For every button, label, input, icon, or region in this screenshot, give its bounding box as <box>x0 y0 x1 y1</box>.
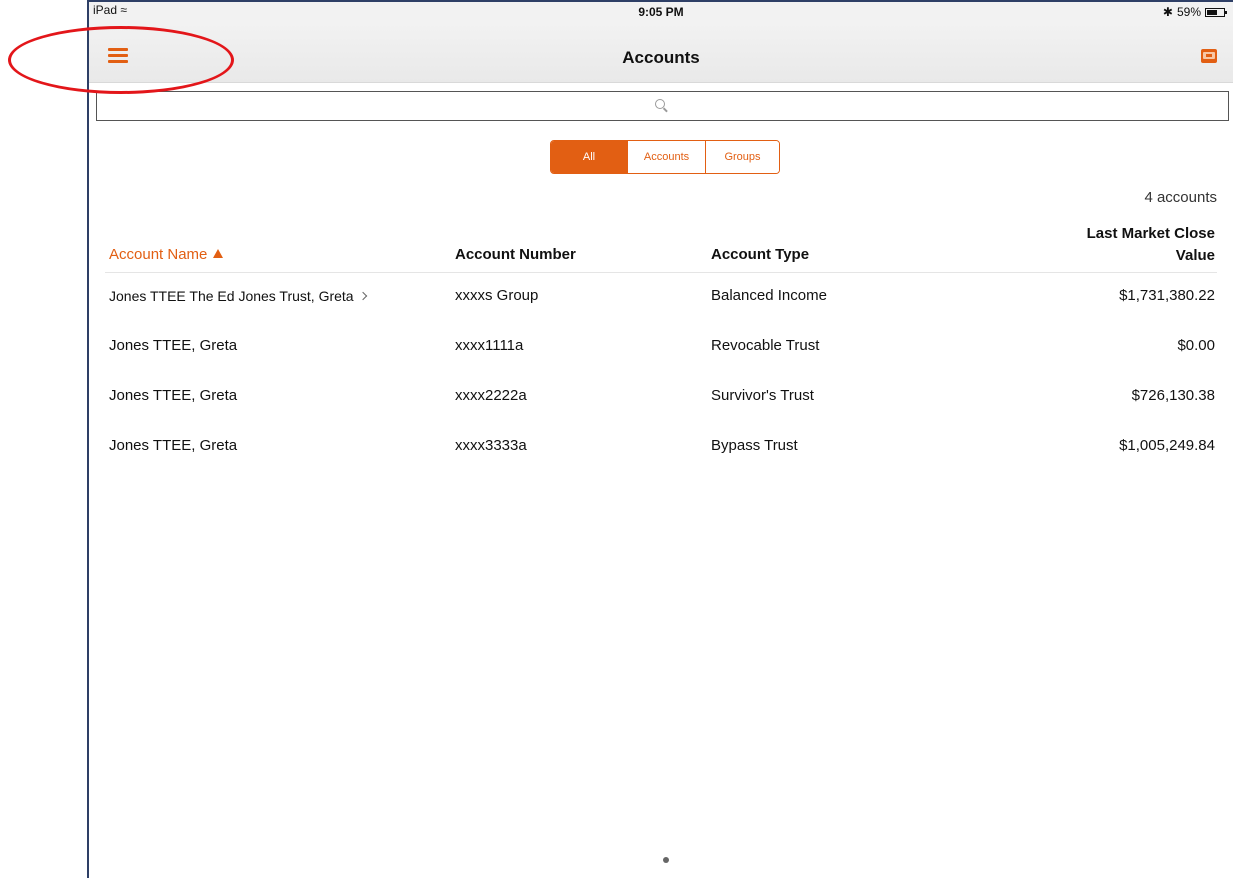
status-right: ✱ 59% <box>1162 5 1227 19</box>
battery-icon <box>1205 7 1227 17</box>
account-value: $1,731,380.22 <box>1119 287 1215 304</box>
column-header-value-line2: Value <box>1175 247 1215 264</box>
column-header-value[interactable]: Last Market Close Value <box>1087 223 1215 267</box>
filter-segmented-control: All Accounts Groups <box>550 140 780 174</box>
account-name: Jones TTEE, Greta <box>109 387 238 404</box>
account-number: xxxx3333a <box>455 437 527 454</box>
battery-percent: 59% <box>1176 5 1201 19</box>
table-row[interactable]: Jones TTEE, Greta xxxx2222a Survivor's T… <box>105 372 1217 422</box>
chevron-right-icon <box>358 291 367 301</box>
screenshot-stage: iPad ≈ 9:05 PM ✱ 59% Accounts All Accoun… <box>0 0 1233 878</box>
sort-ascending-icon <box>213 249 224 258</box>
account-value: $0.00 <box>1177 337 1215 354</box>
column-header-label: Account Name <box>109 246 208 263</box>
account-type: Revocable Trust <box>711 337 820 354</box>
column-header-account-name[interactable]: Account Name <box>109 246 224 263</box>
segment-accounts[interactable]: Accounts <box>627 141 705 173</box>
account-type: Survivor's Trust <box>711 387 814 404</box>
ipad-screen: iPad ≈ 9:05 PM ✱ 59% Accounts All Accoun… <box>87 0 1233 878</box>
account-list: Jones TTEE The Ed Jones Trust, Greta xxx… <box>105 272 1217 472</box>
account-number: xxxxs Group <box>455 287 539 304</box>
column-header-value-line1: Last Market Close <box>1086 225 1215 242</box>
column-header-account-type[interactable]: Account Type <box>711 246 809 263</box>
nav-bar: Accounts <box>89 22 1233 83</box>
account-name-cell: Jones TTEE The Ed Jones Trust, Greta <box>109 288 367 304</box>
segment-groups[interactable]: Groups <box>705 141 779 173</box>
outer-margin <box>0 0 87 878</box>
segment-all[interactable]: All <box>551 141 627 173</box>
search-input[interactable] <box>97 92 1232 122</box>
search-bar[interactable] <box>96 91 1232 122</box>
account-value: $1,005,249.84 <box>1119 437 1215 454</box>
table-header: Account Name Account Number Account Type… <box>105 220 1217 273</box>
account-name: Jones TTEE, Greta <box>109 437 238 454</box>
table-row[interactable]: Jones TTEE The Ed Jones Trust, Greta xxx… <box>105 272 1217 322</box>
account-number: xxxx1111a <box>455 337 524 354</box>
account-type: Balanced Income <box>711 287 827 304</box>
status-bar: iPad ≈ 9:05 PM ✱ 59% <box>89 2 1233 22</box>
account-name: Jones TTEE The Ed Jones Trust, Greta <box>109 288 354 304</box>
page-title: Accounts <box>622 48 700 67</box>
status-time: 9:05 PM <box>638 5 684 19</box>
column-header-account-number[interactable]: Account Number <box>455 246 576 263</box>
mail-icon[interactable] <box>1201 49 1217 63</box>
table-row[interactable]: Jones TTEE, Greta xxxx1111a Revocable Tr… <box>105 322 1217 372</box>
account-number: xxxx2222a <box>455 387 527 404</box>
table-row[interactable]: Jones TTEE, Greta xxxx3333a Bypass Trust… <box>105 422 1217 472</box>
account-type: Bypass Trust <box>711 437 798 454</box>
page-indicator-dot <box>663 857 669 863</box>
account-value: $726,130.38 <box>1131 387 1215 404</box>
bluetooth-icon: ✱ <box>1162 5 1173 19</box>
account-name: Jones TTEE, Greta <box>109 337 238 354</box>
account-count: 4 accounts <box>1144 189 1217 206</box>
